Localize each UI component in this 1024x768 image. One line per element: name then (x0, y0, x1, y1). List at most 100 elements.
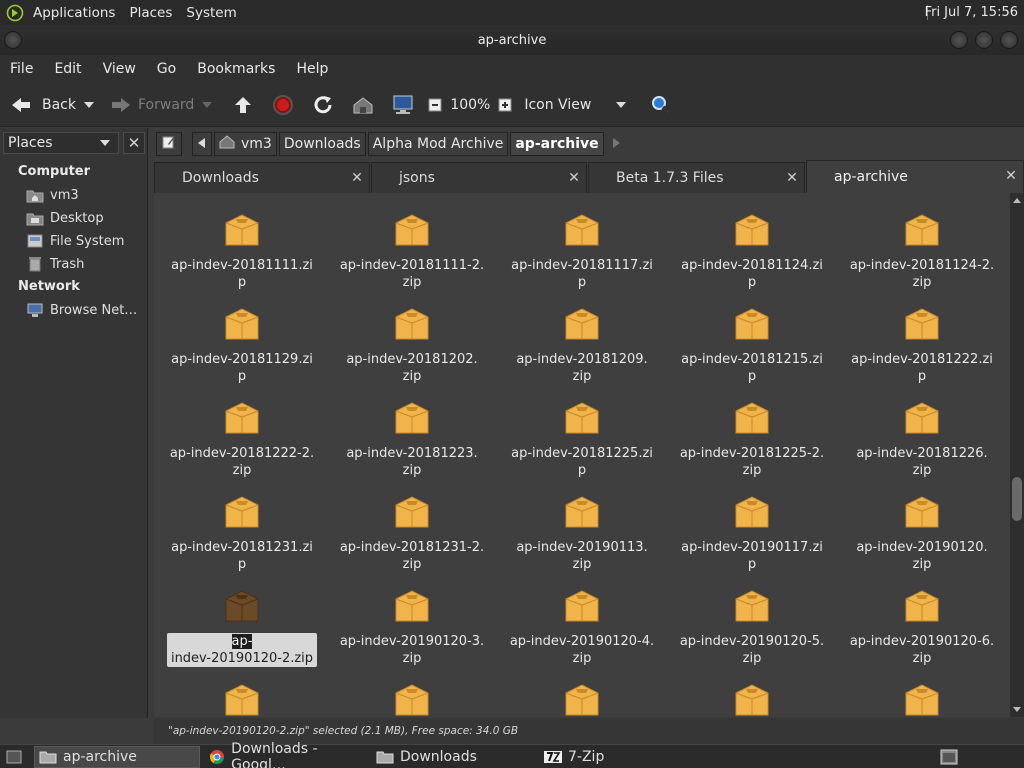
path-crumb-downloads[interactable]: Downloads (278, 131, 366, 156)
file-item[interactable]: ap-indev-20181124-2. zip (847, 209, 997, 291)
close-icon[interactable]: ✕ (350, 170, 364, 186)
tab-beta-files[interactable]: Beta 1.7.3 Files ✕ (588, 162, 805, 193)
zip-archive-icon (225, 214, 259, 246)
clock[interactable]: Fri Jul 7, 15:56 (925, 0, 1018, 25)
taskbar-item-chrome-downloads[interactable]: Downloads - Googl… (204, 741, 370, 768)
menu-view[interactable]: View (96, 61, 143, 77)
file-item[interactable]: ap-indev-20181111-2. zip (337, 209, 487, 291)
back-history-dropdown[interactable] (84, 101, 94, 108)
window-menu-button[interactable] (4, 31, 22, 49)
sidebar-mode-select[interactable]: Places (3, 132, 119, 154)
taskbar-item-7zip[interactable]: 7-Zip (540, 746, 706, 768)
file-item[interactable]: ap-indev-20190120. zip (847, 491, 997, 573)
places-menu[interactable]: Places (122, 5, 179, 21)
workspace-switcher[interactable] (936, 746, 960, 768)
file-item[interactable] (847, 679, 997, 717)
file-item[interactable]: ap-indev-20190120-4. zip (507, 585, 657, 667)
vertical-scrollbar[interactable] (1010, 193, 1024, 717)
menu-help[interactable]: Help (289, 61, 335, 77)
minimize-button[interactable] (950, 31, 968, 49)
applications-menu[interactable]: Applications (26, 5, 122, 21)
file-item[interactable] (167, 679, 317, 717)
scroll-down-arrow-icon[interactable] (1013, 707, 1021, 712)
file-item[interactable]: ap-indev-20190120-2.zip (167, 585, 317, 667)
taskbar-item-downloads[interactable]: Downloads (372, 746, 538, 768)
file-item[interactable] (677, 679, 827, 717)
forward-history-dropdown[interactable] (202, 101, 213, 108)
distro-logo-icon[interactable] (4, 2, 26, 24)
system-menu[interactable]: System (179, 5, 243, 21)
path-scroll-right-button[interactable] (606, 132, 626, 156)
zoom-out-button[interactable] (422, 92, 448, 118)
file-name-line: ap-indev-20181226. (856, 446, 988, 461)
file-item[interactable]: ap-indev-20181215.zip (677, 303, 827, 385)
file-item[interactable]: ap-indev-20181202. zip (337, 303, 487, 385)
file-item[interactable]: ap-indev-20190120-3. zip (337, 585, 487, 667)
scrollbar-thumb[interactable] (1012, 477, 1022, 521)
computer-button[interactable] (390, 92, 416, 118)
show-desktop-button[interactable] (2, 746, 26, 768)
menu-bookmarks[interactable]: Bookmarks (190, 61, 282, 77)
sidebar-section-computer: Computer (18, 164, 91, 179)
close-icon[interactable]: ✕ (785, 170, 799, 186)
file-item[interactable]: ap-indev-20181222-2. zip (167, 397, 317, 479)
sidebar-item-file-system[interactable]: File System (26, 230, 124, 252)
file-item[interactable] (337, 679, 487, 717)
maximize-button[interactable] (975, 31, 993, 49)
up-button[interactable] (230, 92, 256, 118)
home-button[interactable] (350, 92, 376, 118)
file-item[interactable]: ap-indev-20181111.zip (167, 209, 317, 291)
path-crumb-ap-archive[interactable]: ap-archive (510, 131, 604, 156)
tab-jsons[interactable]: jsons ✕ (371, 162, 587, 193)
file-item[interactable] (507, 679, 657, 717)
file-item[interactable]: ap-indev-20190120-5. zip (677, 585, 827, 667)
window-titlebar[interactable]: ap-archive (0, 25, 1024, 55)
file-item[interactable]: ap-indev-20190117.zip (677, 491, 827, 573)
file-item[interactable]: ap-indev-20181209. zip (507, 303, 657, 385)
zip-archive-icon (735, 214, 769, 246)
menu-file[interactable]: File (3, 61, 40, 77)
view-mode-select[interactable]: Icon View (524, 97, 634, 113)
file-icon-view[interactable]: ap-indev-20181111.zip ap-indev-20181111-2… (154, 193, 1010, 717)
stop-button[interactable] (270, 92, 296, 118)
back-button[interactable]: Back (8, 92, 76, 118)
sidebar-close-button[interactable]: ✕ (123, 132, 145, 154)
close-icon[interactable]: ✕ (1004, 168, 1018, 184)
reload-button[interactable] (310, 92, 336, 118)
path-scroll-left-button[interactable] (192, 131, 212, 156)
file-item[interactable]: ap-indev-20181222.zip (847, 303, 997, 385)
sidebar-item-trash[interactable]: Trash (26, 253, 84, 275)
forward-button[interactable]: Forward (108, 92, 194, 118)
sidebar-item-desktop[interactable]: Desktop (26, 207, 104, 229)
path-crumb-alpha-mod-archive[interactable]: Alpha Mod Archive (367, 131, 509, 156)
close-window-button[interactable] (1000, 31, 1018, 49)
file-item[interactable]: ap-indev-20181226. zip (847, 397, 997, 479)
path-crumb-vm3[interactable]: vm3 (214, 131, 277, 156)
file-item[interactable]: ap-indev-20181124.zip (677, 209, 827, 291)
toggle-location-entry-button[interactable] (156, 131, 182, 156)
up-arrow-icon (230, 92, 256, 118)
tab-ap-archive[interactable]: ap-archive ✕ (806, 160, 1024, 193)
file-item[interactable]: ap-indev-20181231-2. zip (337, 491, 487, 573)
menu-edit[interactable]: Edit (47, 61, 88, 77)
search-button[interactable] (648, 92, 674, 118)
close-icon[interactable]: ✕ (567, 170, 581, 186)
file-item[interactable]: ap-indev-20190113. zip (507, 491, 657, 573)
file-item[interactable]: ap-indev-20181223. zip (337, 397, 487, 479)
file-item[interactable]: ap-indev-20181129.zip (167, 303, 317, 385)
file-item[interactable]: ap-indev-20190120-6. zip (847, 585, 997, 667)
menu-go[interactable]: Go (150, 61, 183, 77)
file-item[interactable]: ap-indev-20181231.zip (167, 491, 317, 573)
tab-downloads[interactable]: Downloads ✕ (154, 162, 370, 193)
file-item[interactable]: ap-indev-20181225-2. zip (677, 397, 827, 479)
file-item[interactable]: ap-indev-20181225.zip (507, 397, 657, 479)
zoom-in-button[interactable] (492, 92, 518, 118)
sidebar-item-browse-network[interactable]: Browse Net… (26, 299, 137, 321)
file-name: ap-indev-20181202. zip (337, 351, 487, 385)
scroll-up-arrow-icon[interactable] (1013, 198, 1021, 203)
crumb-label: Downloads (283, 135, 361, 152)
taskbar-item-ap-archive[interactable]: ap-archive (34, 746, 200, 768)
sidebar-item-vm3[interactable]: vm3 (26, 184, 79, 206)
file-item[interactable]: ap-indev-20181117.zip (507, 209, 657, 291)
file-name-line: ap-indev-20181202. (346, 352, 478, 367)
